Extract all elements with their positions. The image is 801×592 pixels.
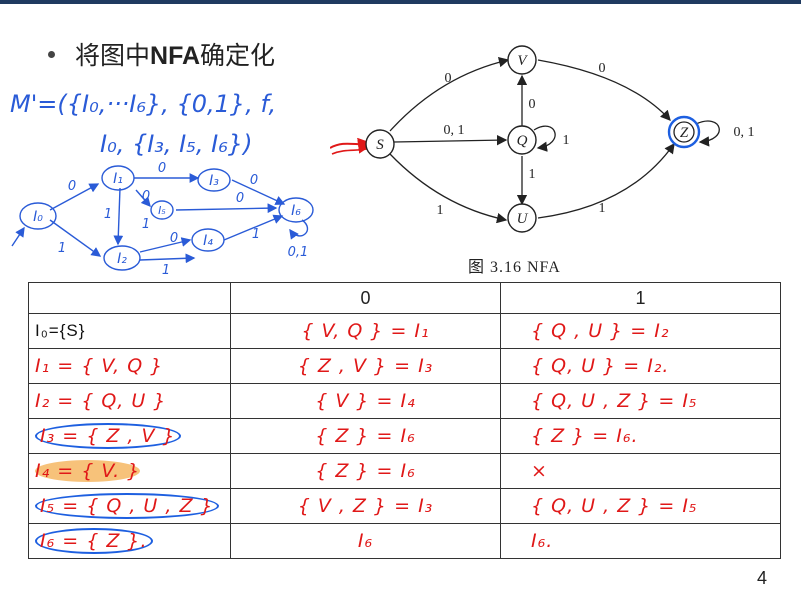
row-on-1: { Z } = I₆.: [500, 418, 781, 454]
label-z-loop: 0, 1: [734, 125, 755, 140]
table-row: I₆ = { Z }. I₆ I₆.: [28, 523, 781, 559]
row-state: I₅ = { Q , U , Z }: [28, 488, 231, 524]
circled-state: I₃ = { Z , V }: [35, 423, 181, 449]
state-z-label: Z: [680, 125, 689, 141]
mini-label-i4: I₄: [203, 233, 213, 249]
row-on-0: { Z } = I₆: [230, 418, 501, 454]
header-input-0: 0: [230, 282, 501, 314]
note-line-1: M'=({I₀,···I₆}, {0,1}, f,: [10, 90, 276, 118]
mini-edge-label: 0,1: [288, 245, 309, 260]
table-row: I₄ = { V. } { Z } = I₆ ×: [28, 453, 781, 489]
label-s-q: 0, 1: [444, 123, 465, 138]
row-on-0: { Z , V } = I₃: [230, 348, 501, 384]
state-q-label: Q: [517, 133, 528, 149]
mini-edge-label: 0: [170, 231, 178, 246]
header-input-1: 1: [500, 282, 781, 314]
figure-caption: 图 3.16 NFA: [468, 259, 561, 276]
label-v-z: 0: [599, 61, 606, 76]
row-on-1: { Q , U } = I₂: [500, 313, 781, 349]
edge-u-z: [537, 142, 675, 219]
table-row: I₃ = { Z , V } { Z } = I₆ { Z } = I₆.: [28, 418, 781, 454]
bullet-prefix: 将图中: [75, 42, 151, 70]
row-on-0: { V , Z } = I₃: [230, 488, 501, 524]
label-q-loop: 1: [563, 133, 570, 148]
row-state: I₄ = { V. }: [28, 453, 231, 489]
label-u-z: 1: [599, 201, 606, 216]
row-state: I₀={S}: [28, 313, 231, 349]
row-state: I₆ = { Z }.: [28, 523, 231, 559]
row-on-1: ×: [500, 453, 781, 489]
mini-edge-label: 0: [158, 161, 166, 176]
state-u-label: U: [517, 211, 529, 227]
handwritten-notes: M'=({I₀,···I₆}, {0,1}, f, I₀, {I₃, I₅, I…: [10, 90, 314, 278]
circled-state: I₆ = { Z }.: [35, 528, 153, 554]
edge-s-u: [389, 153, 508, 224]
circled-state: I₅ = { Q , U , Z }: [35, 493, 219, 519]
table-row: I₀={S} { V, Q } = I₁ { Q , U } = I₂: [28, 313, 781, 349]
row-on-0: I₆: [230, 523, 501, 559]
row-on-0: { V, Q } = I₁: [230, 313, 501, 349]
label-q-u: 1: [529, 167, 536, 182]
bullet-suffix: 确定化: [200, 42, 276, 70]
mini-edge-label: 1: [58, 241, 66, 256]
top-band: [0, 0, 801, 4]
mini-label-i0: I₀: [33, 209, 43, 225]
subset-construction-table: 0 1 I₀={S} { V, Q } = I₁ { Q , U } = I₂ …: [28, 282, 781, 559]
mini-edge-label: 1: [252, 227, 260, 242]
page-number: 4: [756, 568, 767, 588]
row-on-1: { Q, U } = I₂.: [500, 348, 781, 384]
mini-edge-label: 1: [104, 207, 112, 222]
highlighted-state: I₄ = { V. }: [35, 460, 141, 482]
mini-edge-label: 0: [68, 179, 76, 194]
mini-edge-label: 0: [250, 173, 258, 188]
row-on-1: I₆.: [500, 523, 781, 559]
table-header-row: 0 1: [28, 282, 781, 314]
label-q-v: 0: [529, 97, 536, 112]
edge-q-loop: [533, 125, 556, 152]
bullet-bold: NFA: [150, 42, 201, 70]
table-row: I₂ = { Q, U } { V } = I₄ { Q, U , Z } = …: [28, 383, 781, 419]
row-state: I₂ = { Q, U }: [28, 383, 231, 419]
table-row: I₅ = { Q , U , Z } { V , Z } = I₃ { Q, U…: [28, 488, 781, 524]
nfa-diagram: S V Q U Z 0 0 0, 1 0 1 1 1 1 0, 1: [330, 45, 755, 233]
row-state: I₁ = { V, Q }: [28, 348, 231, 384]
edge-s-q: [393, 134, 508, 146]
mini-label-i2: I₂: [117, 251, 127, 267]
row-on-1: { Q, U , Z } = I₅: [500, 383, 781, 419]
mini-edge-label: 1: [142, 217, 150, 232]
row-state: I₃ = { Z , V }: [28, 418, 231, 454]
state-s-label: S: [376, 137, 384, 153]
mini-label-i6: I₆: [291, 203, 301, 219]
table-row: I₁ = { V, Q } { Z , V } = I₃ { Q, U } = …: [28, 348, 781, 384]
mini-edge-label: 0: [142, 189, 150, 204]
label-s-v: 0: [445, 71, 452, 86]
mini-edge-label: 1: [162, 263, 170, 278]
header-state: [28, 282, 231, 314]
slide-bullet: 将图中NFA确定化: [48, 36, 275, 72]
label-s-u: 1: [437, 203, 444, 218]
mini-label-i1: I₁: [113, 171, 123, 187]
mini-label-i3: I₃: [209, 173, 219, 189]
row-on-0: { V } = I₄: [230, 383, 501, 419]
note-line-2: I₀, {I₃, I₅, I₆}): [100, 130, 252, 158]
mini-edge-label: 0: [236, 191, 244, 206]
row-on-0: { Z } = I₆: [230, 453, 501, 489]
row-on-1: { Q, U , Z } = I₅: [500, 488, 781, 524]
bullet-dot-icon: [48, 50, 55, 58]
mini-label-i5: I₅: [158, 204, 166, 217]
